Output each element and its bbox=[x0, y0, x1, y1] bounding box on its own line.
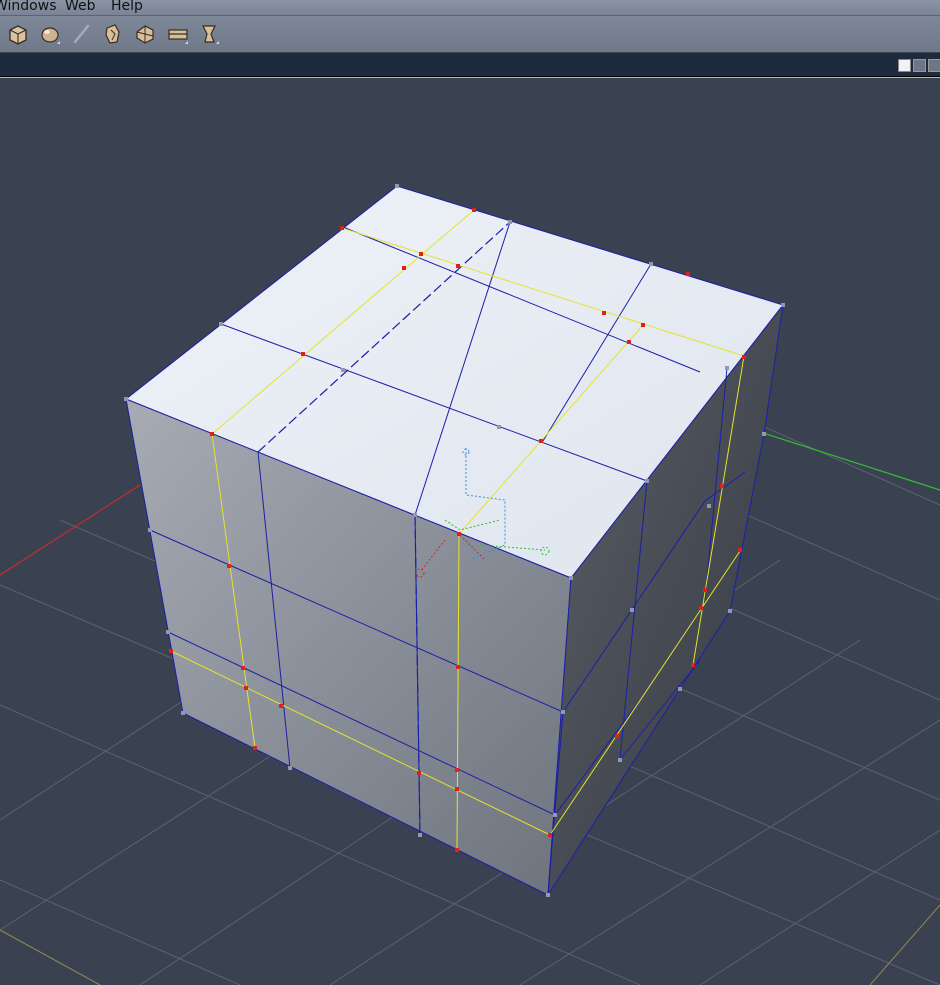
menu-windows[interactable]: Windows bbox=[0, 0, 57, 15]
grid-boundary-line bbox=[0, 904, 940, 985]
move-tool-icon[interactable] bbox=[133, 22, 157, 46]
box-tool-icon[interactable] bbox=[6, 22, 30, 46]
pen-tool-icon[interactable] bbox=[70, 22, 94, 46]
menu-web[interactable]: Web bbox=[65, 0, 96, 15]
figure-tool-icon[interactable] bbox=[101, 22, 125, 46]
viewport-header bbox=[0, 53, 940, 78]
bridge-tool-icon[interactable] bbox=[166, 22, 190, 46]
y-axis-line bbox=[759, 431, 940, 491]
toolbar bbox=[0, 16, 940, 53]
two-view-icon[interactable] bbox=[913, 59, 926, 72]
four-view-icon[interactable] bbox=[928, 59, 940, 72]
sphere-tool-icon[interactable] bbox=[38, 22, 62, 46]
3d-viewport[interactable] bbox=[0, 78, 940, 985]
menu-bar: Windows Web Help bbox=[0, 0, 940, 16]
single-view-icon[interactable] bbox=[898, 59, 911, 72]
morph-tool-icon[interactable] bbox=[197, 22, 221, 46]
menu-help[interactable]: Help bbox=[111, 0, 143, 15]
x-axis-line bbox=[0, 484, 141, 576]
viewport-canvas[interactable] bbox=[0, 78, 940, 985]
